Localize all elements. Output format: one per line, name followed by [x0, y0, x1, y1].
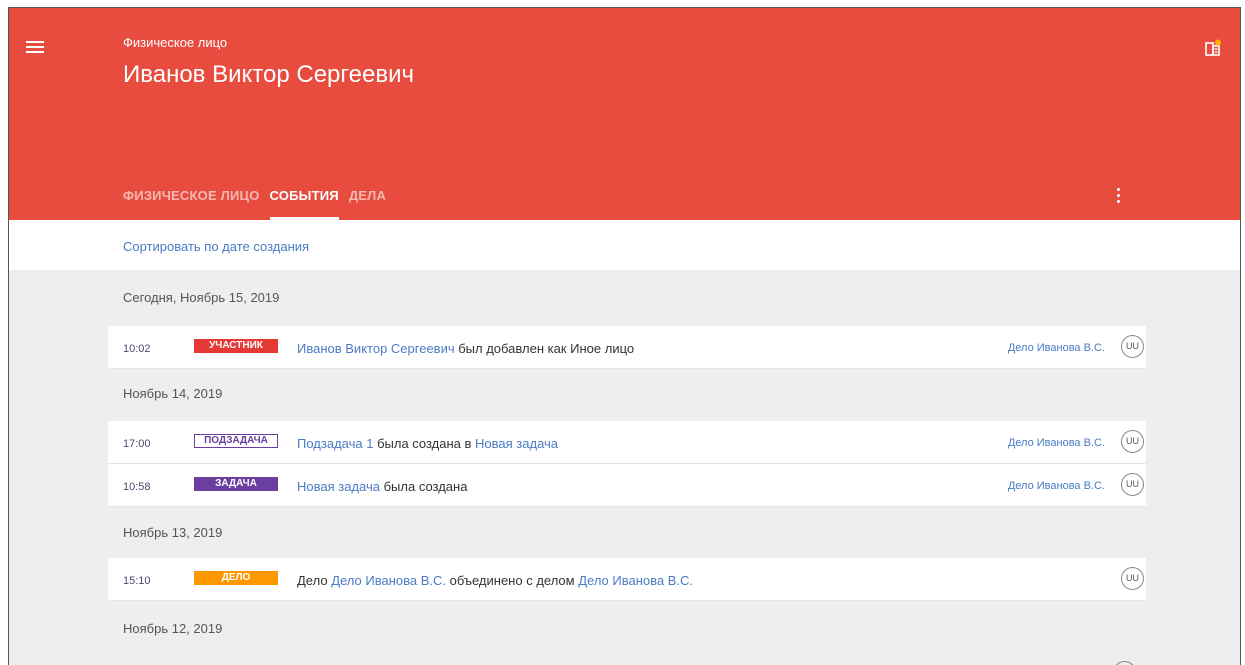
case-link[interactable]: Дело Иванова В.С.: [1008, 342, 1105, 354]
event-link[interactable]: Дело Иванова В.С.: [578, 573, 693, 588]
sort-by-created-link[interactable]: Сортировать по дате создания: [123, 239, 309, 254]
event-link[interactable]: Дело Иванова В.С.: [331, 573, 446, 588]
event-text: объединено с делом: [446, 573, 579, 588]
tab-events[interactable]: СОБЫТИЯ: [269, 188, 340, 220]
case-link[interactable]: Дело Иванова В.С.: [1008, 437, 1105, 449]
event-link[interactable]: Новая задача: [475, 436, 558, 451]
event-time: 10:58: [123, 481, 151, 493]
app-switch-icon[interactable]: [1205, 39, 1221, 57]
event-description: Дело Дело Иванова В.С. объединено с дело…: [297, 573, 693, 588]
event-type-badge: ДЕЛО: [194, 571, 278, 585]
event-time: 15:10: [123, 575, 151, 587]
app-header: Физическое лицо Иванов Виктор Сергеевич …: [9, 8, 1240, 220]
avatar[interactable]: UU: [1121, 473, 1144, 496]
case-link[interactable]: Дело Иванова В.С.: [1008, 480, 1105, 492]
sort-bar: Сортировать по дате создания: [9, 220, 1240, 270]
page-title: Иванов Виктор Сергеевич: [123, 61, 414, 88]
event-type-badge: ПОДЗАДАЧА: [194, 434, 278, 448]
avatar[interactable]: UU: [1121, 567, 1144, 590]
avatar[interactable]: UU: [1121, 335, 1144, 358]
event-row: 17:00 ПОДЗАДАЧА Подзадача 1 была создана в…: [108, 421, 1146, 464]
event-row: 10:58 ЗАДАЧА Новая задача была создана Дело…: [108, 464, 1146, 507]
entity-type-label: Физическое лицо: [123, 35, 228, 50]
menu-icon[interactable]: [26, 41, 44, 54]
day-header: Ноябрь 12, 2019: [123, 621, 223, 636]
tab-person[interactable]: ФИЗИЧЕСКОЕ ЛИЦО: [123, 188, 260, 220]
event-time: 17:00: [123, 438, 151, 450]
event-link[interactable]: Иванов Виктор Сергеевич: [297, 341, 455, 356]
avatar[interactable]: UU: [1121, 430, 1144, 453]
event-type-badge: УЧАСТНИК: [194, 339, 278, 353]
event-description: Иванов Виктор Сергеевич был добавлен как…: [297, 341, 634, 356]
event-link[interactable]: Подзадача 1: [297, 436, 373, 451]
event-link[interactable]: Новая задача: [297, 479, 380, 494]
event-row: 10:02 УЧАСТНИК Иванов Виктор Сергеевич был…: [108, 326, 1146, 369]
event-text: был добавлен как Иное лицо: [454, 341, 635, 356]
event-time: 10:02: [123, 343, 151, 355]
avatar[interactable]: [1113, 661, 1136, 665]
event-description: Подзадача 1 была создана в Новая задача: [297, 436, 558, 451]
app-window: Физическое лицо Иванов Виктор Сергеевич …: [8, 7, 1241, 665]
event-type-badge: ЗАДАЧА: [194, 477, 278, 491]
tab-bar: ФИЗИЧЕСКОЕ ЛИЦО СОБЫТИЯ ДЕЛА: [123, 188, 386, 220]
event-row: 15:10 ДЕЛО Дело Дело Иванова В.С. объедине…: [108, 558, 1146, 601]
event-description: Новая задача была создана: [297, 479, 467, 494]
event-text: была создана в: [373, 436, 476, 451]
day-header: Ноябрь 13, 2019: [123, 525, 223, 540]
day-header: Сегодня, Ноябрь 15, 2019: [123, 290, 280, 305]
event-text: Дело: [297, 573, 332, 588]
event-text: была создана: [379, 479, 468, 494]
tab-cases[interactable]: ДЕЛА: [349, 188, 386, 220]
day-header: Ноябрь 14, 2019: [123, 386, 223, 401]
more-vert-icon[interactable]: [1117, 188, 1121, 204]
